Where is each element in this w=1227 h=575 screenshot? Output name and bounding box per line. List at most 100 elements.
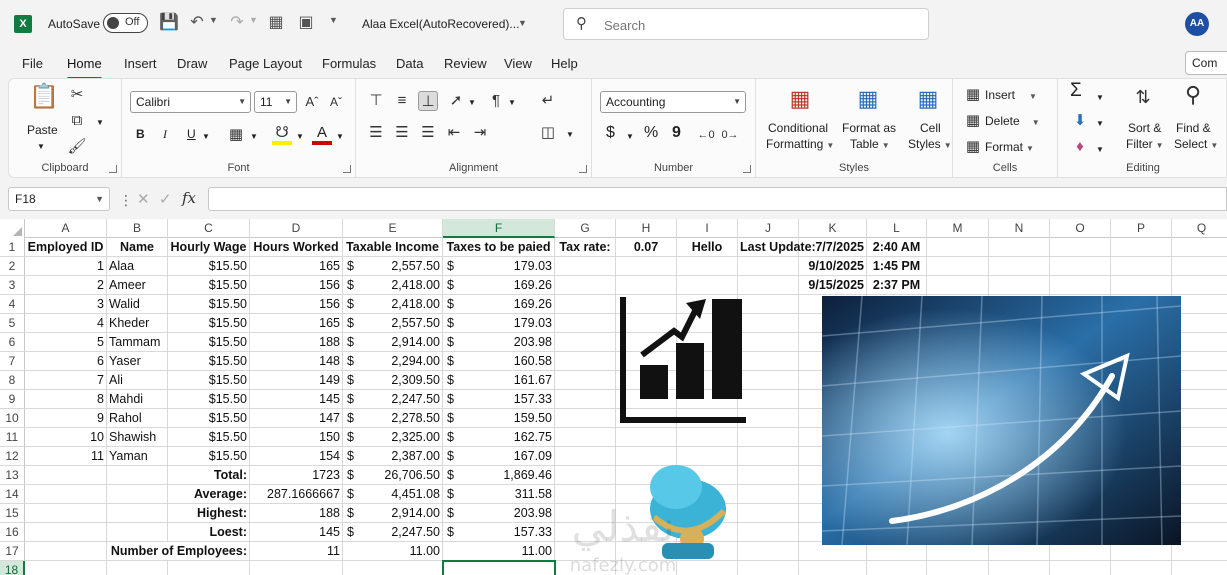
- align-top-icon[interactable]: ⊤: [366, 91, 386, 111]
- cell-f8[interactable]: $161.67: [443, 371, 555, 390]
- cell-e7[interactable]: $2,294.00: [343, 352, 443, 371]
- bold-button[interactable]: B: [136, 127, 145, 142]
- cell-q2[interactable]: [1172, 257, 1227, 276]
- increase-font-icon[interactable]: Aˆ: [302, 92, 322, 112]
- cell-g11[interactable]: [555, 428, 616, 447]
- cell-d1[interactable]: Hours Worked: [250, 238, 343, 257]
- font-launcher-icon[interactable]: [343, 165, 351, 173]
- cell-b14[interactable]: [107, 485, 168, 504]
- cell-k18[interactable]: [799, 561, 867, 575]
- cell-d17[interactable]: 11: [250, 542, 343, 561]
- cell-d5[interactable]: 165: [250, 314, 343, 333]
- cell-a13[interactable]: [25, 466, 107, 485]
- cell-q3[interactable]: [1172, 276, 1227, 295]
- cell-c6[interactable]: $15.50: [168, 333, 250, 352]
- align-middle-icon[interactable]: ≡: [392, 91, 412, 111]
- decrease-decimal-icon[interactable]: 0→: [720, 125, 740, 145]
- cell-j18[interactable]: [738, 561, 799, 575]
- cell-a15[interactable]: [25, 504, 107, 523]
- cell-f16[interactable]: $157.33: [443, 523, 555, 542]
- cell-g8[interactable]: [555, 371, 616, 390]
- cell-i11[interactable]: [677, 428, 738, 447]
- cell-b10[interactable]: Rahol: [107, 409, 168, 428]
- merge-center-icon[interactable]: ◫: [538, 123, 558, 143]
- font-size-select[interactable]: 11 ▼: [254, 91, 297, 113]
- tab-page-layout[interactable]: Page Layout: [229, 56, 302, 76]
- underline-button[interactable]: U: [187, 127, 196, 142]
- cell-e11[interactable]: $2,325.00: [343, 428, 443, 447]
- cell-e13[interactable]: $26,706.50: [343, 466, 443, 485]
- cell-e16[interactable]: $2,247.50: [343, 523, 443, 542]
- document-title[interactable]: Alaa Excel(AutoRecovered)...: [362, 17, 519, 31]
- cell-n3[interactable]: [989, 276, 1050, 295]
- cell-c4[interactable]: $15.50: [168, 295, 250, 314]
- conditional-formatting-button[interactable]: Formatting ▼: [766, 137, 834, 153]
- autosum-dropdown-icon[interactable]: ▼: [1096, 90, 1104, 105]
- cell-m2[interactable]: [927, 257, 989, 276]
- cell-d3[interactable]: 156: [250, 276, 343, 295]
- formula-input[interactable]: [208, 187, 1227, 211]
- tab-help[interactable]: Help: [551, 56, 578, 76]
- cell-f17[interactable]: 11.00: [443, 542, 555, 561]
- cell-i3[interactable]: [677, 276, 738, 295]
- cell-e15[interactable]: $2,914.00: [343, 504, 443, 523]
- borders-dropdown-icon[interactable]: ▼: [250, 129, 258, 144]
- row-header-4[interactable]: 4: [0, 295, 25, 314]
- cell-e5[interactable]: $2,557.50: [343, 314, 443, 333]
- cell-a10[interactable]: 9: [25, 409, 107, 428]
- cell-k1[interactable]: 7/7/2025: [799, 238, 867, 257]
- cell-j7[interactable]: [738, 352, 799, 371]
- cell-p18[interactable]: [1111, 561, 1172, 575]
- cell-o3[interactable]: [1050, 276, 1111, 295]
- paste-dropdown-icon[interactable]: ▼: [37, 139, 45, 154]
- cell-g1[interactable]: Tax rate:: [555, 238, 616, 257]
- cell-f9[interactable]: $157.33: [443, 390, 555, 409]
- font-color-dropdown-icon[interactable]: ▼: [336, 129, 344, 144]
- column-header-g[interactable]: G: [555, 219, 616, 238]
- cell-b3[interactable]: Ameer: [107, 276, 168, 295]
- cell-a18[interactable]: [25, 561, 107, 575]
- cell-d8[interactable]: 149: [250, 371, 343, 390]
- cell-p2[interactable]: [1111, 257, 1172, 276]
- cell-j11[interactable]: [738, 428, 799, 447]
- sort-filter-button[interactable]: Filter ▼: [1126, 137, 1164, 153]
- tab-home[interactable]: Home: [67, 56, 102, 80]
- insert-function-button[interactable]: fx: [182, 189, 196, 207]
- merge-dropdown-icon[interactable]: ▼: [566, 127, 574, 142]
- cell-l18[interactable]: [867, 561, 927, 575]
- cell-b1[interactable]: Name: [107, 238, 168, 257]
- cell-f12[interactable]: $167.09: [443, 447, 555, 466]
- tab-data[interactable]: Data: [396, 56, 423, 76]
- cancel-icon[interactable]: ✕: [137, 190, 150, 208]
- cell-m3[interactable]: [927, 276, 989, 295]
- cell-f2[interactable]: $179.03: [443, 257, 555, 276]
- column-header-p[interactable]: P: [1111, 219, 1172, 238]
- cell-e6[interactable]: $2,914.00: [343, 333, 443, 352]
- fill-color-icon[interactable]: ☋: [272, 123, 292, 145]
- cell-k2[interactable]: 9/10/2025: [799, 257, 867, 276]
- cell-a4[interactable]: 3: [25, 295, 107, 314]
- cell-e2[interactable]: $2,557.50: [343, 257, 443, 276]
- row-header-13[interactable]: 13: [0, 466, 25, 485]
- cell-a11[interactable]: 10: [25, 428, 107, 447]
- name-box[interactable]: F18 ▼: [8, 187, 110, 211]
- cell-n1[interactable]: [989, 238, 1050, 257]
- cell-o18[interactable]: [1050, 561, 1111, 575]
- cell-g17[interactable]: [555, 542, 616, 561]
- cell-b11[interactable]: Shawish: [107, 428, 168, 447]
- cell-c11[interactable]: $15.50: [168, 428, 250, 447]
- cell-d2[interactable]: 165: [250, 257, 343, 276]
- cell-d13[interactable]: 1723: [250, 466, 343, 485]
- alignment-launcher-icon[interactable]: [579, 165, 587, 173]
- cell-a17[interactable]: [25, 542, 107, 561]
- cell-c16[interactable]: Loest:: [168, 523, 250, 542]
- tab-draw[interactable]: Draw: [177, 56, 207, 76]
- cell-a12[interactable]: 11: [25, 447, 107, 466]
- user-avatar[interactable]: AA: [1185, 12, 1209, 36]
- cell-e1[interactable]: Taxable Income: [343, 238, 443, 257]
- cell-n2[interactable]: [989, 257, 1050, 276]
- cell-a1[interactable]: Employed ID: [25, 238, 107, 257]
- format-cells-button[interactable]: Format ▼: [985, 140, 1034, 156]
- cell-q1[interactable]: [1172, 238, 1227, 257]
- cell-b2[interactable]: Alaa: [107, 257, 168, 276]
